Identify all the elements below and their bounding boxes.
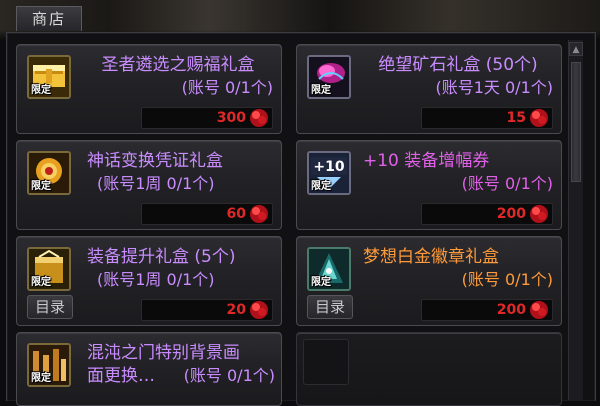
limited-badge: 限定 [311, 181, 331, 192]
scrollbar[interactable]: ▲ [568, 40, 583, 400]
svg-text:+10: +10 [313, 159, 344, 175]
background-change-icon[interactable]: 限定 [27, 343, 71, 387]
item-name: +10 装备增幅券 [363, 151, 490, 171]
scrollbar-thumb[interactable] [571, 62, 581, 182]
purchase-limit: (账号1天 0/1个) [435, 78, 553, 97]
limited-badge: 限定 [311, 85, 331, 96]
purchase-limit: (账号 0/1个) [461, 174, 553, 193]
ruby-currency-icon [250, 109, 268, 127]
item-name-line2: 面更换… [87, 366, 155, 386]
catalog-button[interactable]: 目录 [27, 295, 73, 319]
shop-item-card[interactable]: +10 限定 +10 装备增幅券 (账号 0/1个) 200 [296, 140, 562, 230]
item-name: 混沌之门特别背景画 [87, 343, 240, 363]
shop-item-card[interactable]: 限定 装备提升礼盒 (5个) (账号1周 0/1个) 目录 20 [16, 236, 282, 326]
limited-badge: 限定 [31, 373, 51, 384]
upgrade-box-icon[interactable]: 限定 [27, 247, 71, 291]
ruby-currency-icon [530, 301, 548, 319]
platinum-emblem-icon[interactable]: 限定 [307, 247, 351, 291]
ruby-currency-icon [530, 109, 548, 127]
purchase-limit: (账号 0/1个) [181, 78, 273, 97]
item-name: 梦想白金徽章礼盒 [363, 247, 499, 267]
shop-item-card[interactable]: 限定 绝望矿石礼盒 (50个) (账号1天 0/1个) 15 [296, 44, 562, 134]
limited-badge: 限定 [31, 85, 51, 96]
shop-title-tab: 商店 [16, 6, 82, 31]
shop-item-card[interactable]: 限定 神话变换凭证礼盒 (账号1周 0/1个) 60 [16, 140, 282, 230]
empty-icon-slot [303, 339, 349, 385]
mythic-voucher-icon[interactable]: 限定 [27, 151, 71, 195]
scroll-up-arrow-icon[interactable]: ▲ [569, 42, 583, 56]
limited-badge: 限定 [31, 181, 51, 192]
purchase-limit: (账号 0/1个) [183, 366, 275, 385]
item-name: 绝望矿石礼盒 (50个) [378, 55, 538, 75]
price-value: 300 [216, 110, 246, 126]
ruby-currency-icon [530, 205, 548, 223]
purchase-limit: (账号1周 0/1个) [97, 174, 215, 193]
item-name: 装备提升礼盒 (5个) [87, 247, 236, 267]
catalog-button[interactable]: 目录 [307, 295, 353, 319]
amplify-ticket-icon[interactable]: +10 限定 [307, 151, 351, 195]
ore-crystal-icon[interactable]: 限定 [307, 55, 351, 99]
purchase-limit: (账号1周 0/1个) [97, 270, 215, 289]
price-value: 60 [226, 206, 246, 222]
shop-item-card[interactable]: 限定 混沌之门特别背景画 面更换… (账号 0/1个) [16, 332, 282, 406]
limited-badge: 限定 [31, 277, 51, 288]
ruby-currency-icon [250, 205, 268, 223]
price-value: 200 [496, 302, 526, 318]
price-bar: 200 [421, 203, 553, 225]
price-bar: 20 [141, 299, 273, 321]
price-bar: 15 [421, 107, 553, 129]
limited-badge: 限定 [311, 277, 331, 288]
shop-item-card[interactable]: 限定 梦想白金徽章礼盒 (账号 0/1个) 目录 200 [296, 236, 562, 326]
item-name: 神话变换凭证礼盒 [87, 151, 223, 171]
price-value: 200 [496, 206, 526, 222]
purchase-limit: (账号 0/1个) [461, 270, 553, 289]
price-value: 20 [226, 302, 246, 318]
empty-item-slot [296, 332, 562, 406]
gold-chest-icon[interactable]: 限定 [27, 55, 71, 99]
price-value: 15 [506, 110, 526, 126]
price-bar: 300 [141, 107, 273, 129]
item-name: 圣者遴选之赐福礼盒 [101, 55, 255, 75]
price-bar: 60 [141, 203, 273, 225]
shop-item-card[interactable]: 限定 圣者遴选之赐福礼盒 (账号 0/1个) 300 [16, 44, 282, 134]
ruby-currency-icon [250, 301, 268, 319]
price-bar: 200 [421, 299, 553, 321]
